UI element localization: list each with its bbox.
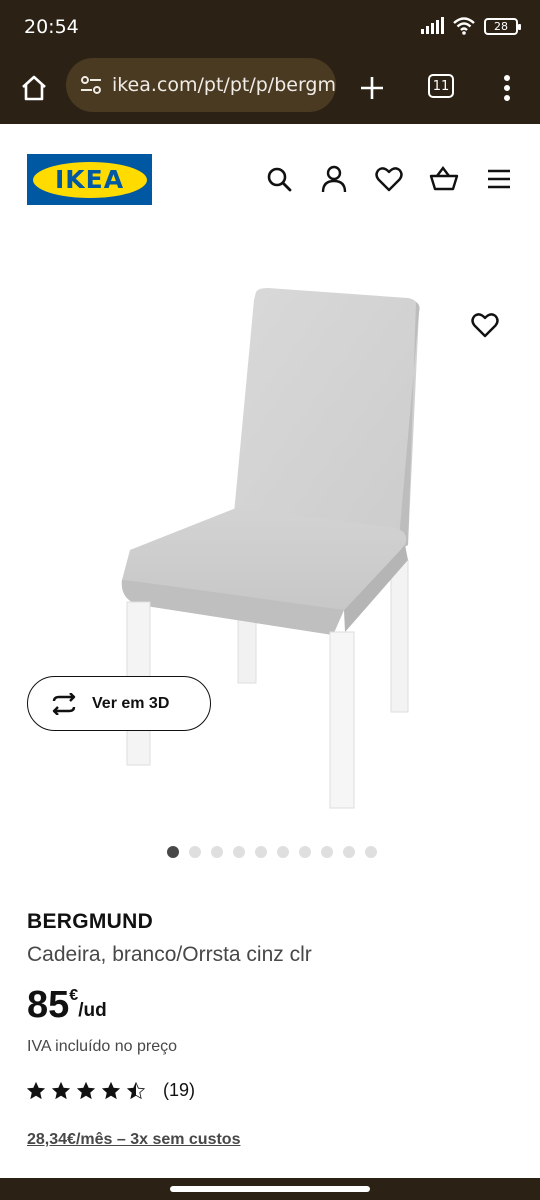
logo-text: IKEA: [54, 165, 125, 194]
vat-note: IVA incluído no preço: [27, 1038, 178, 1055]
price-currency: €: [69, 987, 79, 1004]
star-full-icon: [102, 1081, 120, 1099]
view-in-3d-button[interactable]: Ver em 3D: [27, 676, 211, 731]
search-button[interactable]: [262, 162, 296, 196]
product-name: BERGMUND: [27, 910, 154, 933]
product-rating[interactable]: (19): [27, 1080, 195, 1101]
menu-button[interactable]: [482, 162, 516, 196]
battery-level: 28: [494, 19, 508, 33]
product-image[interactable]: [0, 260, 540, 830]
address-bar[interactable]: ikea.com/pt/pt/p/bergm: [66, 58, 336, 112]
star-full-icon: [52, 1081, 70, 1099]
wifi-icon: [453, 17, 475, 35]
gallery-pagination: [0, 846, 540, 858]
battery-icon: 28: [484, 17, 521, 35]
cart-icon: [429, 166, 459, 191]
logo-oval: IKEA: [32, 161, 147, 198]
gallery-dot[interactable]: [233, 846, 245, 858]
star-full-icon: [27, 1081, 45, 1099]
new-tab-button[interactable]: [352, 68, 392, 108]
gallery-dot[interactable]: [343, 846, 355, 858]
site-header: IKEA: [0, 124, 540, 234]
installment-link[interactable]: 28,34€/mês – 3x sem custos: [27, 1131, 240, 1149]
gallery-dot[interactable]: [321, 846, 333, 858]
review-count: (19): [163, 1080, 196, 1100]
cart-button[interactable]: [427, 162, 461, 196]
more-vert-icon: [504, 75, 510, 101]
price-unit: /ud: [78, 1000, 107, 1021]
tabs-button[interactable]: 11: [428, 74, 454, 98]
gallery-dot[interactable]: [255, 846, 267, 858]
gallery-dot[interactable]: [277, 846, 289, 858]
signal-icon: [421, 17, 444, 34]
product-favourite-button[interactable]: [466, 306, 504, 344]
heart-icon: [471, 313, 499, 338]
star-half-icon: [127, 1081, 145, 1099]
browser-toolbar: ikea.com/pt/pt/p/bergm 11: [0, 56, 540, 124]
hamburger-menu-icon: [488, 169, 510, 189]
gallery-dot[interactable]: [189, 846, 201, 858]
product-description: Cadeira, branco/Orrsta cinz clr: [27, 943, 312, 966]
status-icons: 28: [420, 16, 521, 36]
system-nav-bar: [0, 1178, 540, 1200]
url-text: ikea.com/pt/pt/p/bergm: [111, 74, 336, 96]
view-in-3d-label: Ver em 3D: [92, 694, 170, 712]
gallery-dot[interactable]: [365, 846, 377, 858]
tab-count: 11: [432, 78, 450, 94]
gallery-dot[interactable]: [299, 846, 311, 858]
site-settings-icon: [80, 76, 101, 94]
product-price: 85 € /ud: [27, 985, 107, 1025]
gallery-dot[interactable]: [167, 846, 179, 858]
rating-stars: [27, 1081, 145, 1100]
account-icon: [321, 165, 347, 193]
status-bar: 20:54 28: [0, 0, 540, 56]
price-integer: 85: [27, 984, 70, 1026]
home-button[interactable]: [14, 68, 54, 108]
favourites-button[interactable]: [372, 162, 406, 196]
ikea-logo[interactable]: IKEA: [27, 154, 152, 205]
plus-icon: [361, 77, 383, 99]
gallery-dot[interactable]: [211, 846, 223, 858]
gesture-handle[interactable]: [170, 1186, 370, 1192]
home-icon: [22, 75, 46, 101]
browser-menu-button[interactable]: [492, 68, 522, 108]
status-time: 20:54: [24, 16, 79, 38]
favourites-icon: [375, 167, 403, 192]
account-button[interactable]: [317, 162, 351, 196]
rotate-3d-icon: [52, 692, 76, 715]
star-full-icon: [77, 1081, 95, 1099]
search-icon: [267, 167, 292, 192]
